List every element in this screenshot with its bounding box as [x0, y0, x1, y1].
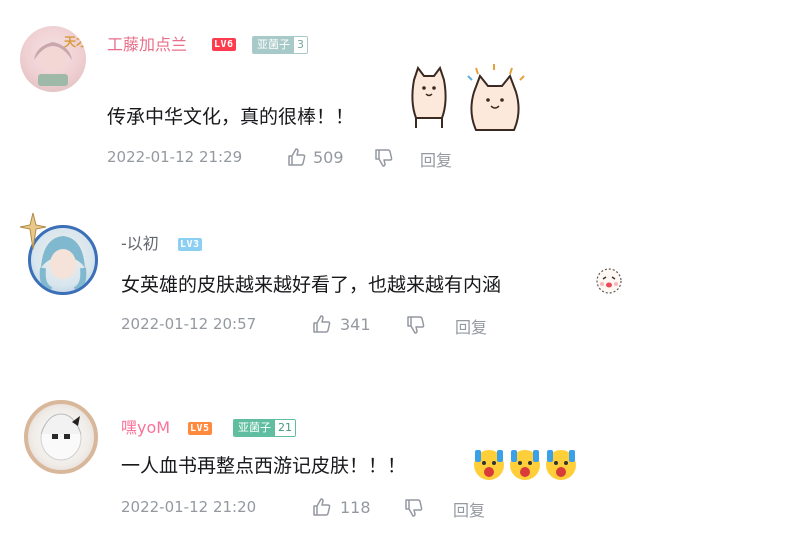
comment-item: -以初 LV3 女英雄的皮肤越来越好看了，也越来越有内涵 2022-01-12 …	[0, 185, 800, 360]
avatar[interactable]: 天才	[20, 26, 86, 92]
fan-badge-name: 亚菌子	[234, 420, 275, 436]
comment-text: 女英雄的皮肤越来越好看了，也越来越有内涵	[121, 274, 502, 296]
fan-badge-level: 21	[275, 420, 295, 436]
username[interactable]: -以初	[121, 234, 159, 254]
like-button[interactable]: 509	[287, 147, 344, 167]
comment-time: 2022-01-12 21:20	[121, 498, 257, 516]
thumbs-up-icon	[287, 147, 307, 167]
comment-item: 天才 工藤加点兰 LV6 亚菌子 3 传承中华文化，真的很棒！！ 2022-01…	[0, 0, 800, 185]
thumbs-down-icon	[406, 315, 426, 335]
like-button[interactable]: 341	[312, 314, 371, 334]
thumbs-down-icon	[374, 148, 394, 168]
thumbs-up-icon	[312, 497, 332, 517]
reply-button[interactable]: 回复	[420, 147, 452, 171]
reply-button[interactable]: 回复	[455, 314, 487, 338]
fan-badge-level: 3	[294, 37, 307, 53]
dislike-button[interactable]	[404, 498, 424, 518]
reply-label: 回复	[420, 151, 453, 170]
thumbs-down-icon	[404, 498, 424, 518]
reply-label: 回复	[453, 501, 486, 520]
comment-text: 传承中华文化，真的很棒！！	[107, 106, 355, 128]
dislike-button[interactable]	[374, 148, 394, 168]
cat-sticker	[402, 62, 542, 138]
cute-face-icon	[594, 265, 624, 299]
comment-time: 2022-01-12 20:57	[121, 315, 257, 333]
like-count: 341	[340, 314, 371, 334]
level-badge: LV5	[188, 422, 212, 435]
dislike-button[interactable]	[406, 315, 426, 335]
reply-button[interactable]: 回复	[453, 497, 485, 521]
surprised-face-icon	[472, 446, 582, 486]
reply-label: 回复	[455, 318, 488, 337]
fan-badge[interactable]: 亚菌子 3	[252, 36, 308, 54]
svg-text:天才: 天才	[64, 34, 86, 49]
avatar[interactable]	[24, 400, 98, 474]
like-count: 118	[340, 497, 371, 517]
level-badge: LV6	[212, 38, 236, 51]
thumbs-up-icon	[312, 314, 332, 334]
like-count: 509	[313, 147, 344, 167]
avatar-frame-icon	[19, 212, 47, 250]
like-button[interactable]: 118	[312, 497, 371, 517]
fan-badge-name: 亚菌子	[253, 37, 294, 53]
comment-time: 2022-01-12 21:29	[107, 148, 243, 166]
comment-item: 嘿yoM LV5 亚菌子 21 一人血书再整点西游记皮肤！！！ 2022-01-…	[0, 360, 800, 542]
username[interactable]: 工藤加点兰	[107, 35, 187, 55]
level-badge: LV3	[178, 238, 202, 251]
fan-badge[interactable]: 亚菌子 21	[233, 419, 296, 437]
comment-text: 一人血书再整点西游记皮肤！！！	[121, 455, 407, 477]
username[interactable]: 嘿yoM	[121, 418, 170, 438]
